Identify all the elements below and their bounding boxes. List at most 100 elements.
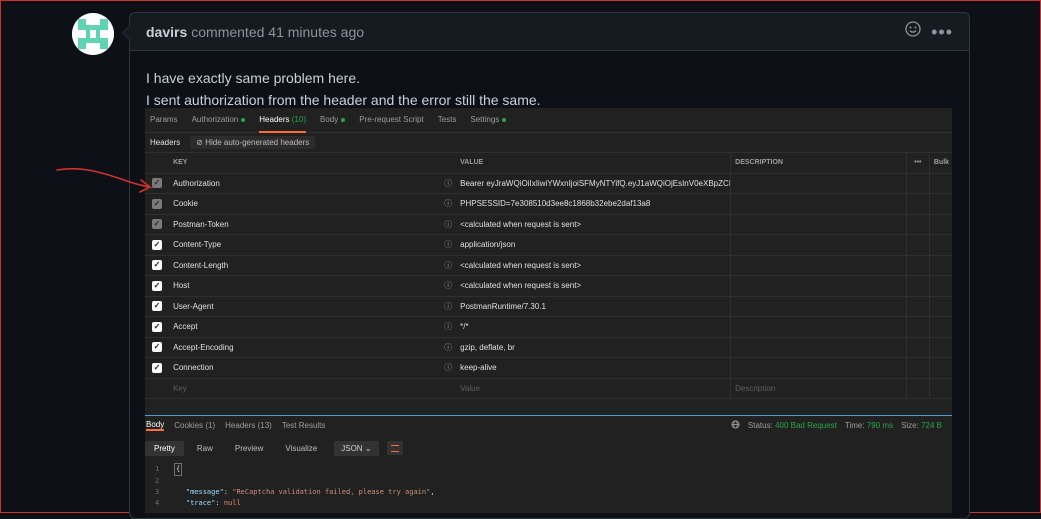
format-preview[interactable]: Preview (226, 441, 272, 456)
tab-body[interactable]: Body (320, 108, 346, 132)
header-value[interactable]: keep-alive (456, 357, 731, 379)
info-icon[interactable]: ⓘ (444, 337, 457, 358)
comment-body: I have exactly same problem here. I sent… (130, 51, 969, 111)
tab-authorization[interactable]: Authorization (192, 108, 246, 132)
comment-timestamp[interactable]: commented 41 minutes ago (191, 24, 364, 40)
avatar[interactable] (72, 13, 114, 55)
header-description[interactable] (730, 275, 907, 297)
headers-label: Headers (150, 138, 181, 147)
info-icon[interactable]: ⓘ (444, 255, 457, 276)
info-icon[interactable]: ⓘ (444, 357, 457, 379)
response-size[interactable]: 724 B (921, 421, 942, 430)
col-description: DESCRIPTION (730, 152, 907, 174)
format-pretty[interactable]: Pretty (145, 440, 184, 456)
tab-params[interactable]: Params (150, 108, 178, 132)
status-dot-icon (502, 117, 507, 122)
row-checkbox[interactable]: ✓ (152, 198, 163, 209)
info-icon[interactable]: ⓘ (444, 234, 457, 256)
table-row: ✓ Postman-Token ⓘ <calculated when request … (145, 214, 952, 235)
header-value[interactable]: gzip, deflate, br (456, 337, 731, 358)
header-key[interactable]: Accept (169, 316, 445, 338)
row-checkbox[interactable]: ✓ (152, 280, 163, 291)
tab-pre-request-script[interactable]: Pre-request Script (359, 108, 423, 132)
tab-response-test-results[interactable]: Test Results (282, 421, 326, 430)
header-value[interactable]: PostmanRuntime/7.30.1 (456, 296, 731, 317)
response-time[interactable]: 790 ms (867, 421, 893, 430)
info-icon[interactable]: ⓘ (444, 275, 457, 297)
status-code[interactable]: 400 Bad Request (775, 421, 837, 430)
kebab-menu-icon[interactable]: ••• (931, 23, 953, 41)
headers-subbar: Headers ⊘ Hide auto-generated headers (145, 133, 952, 152)
header-key[interactable]: Accept-Encoding (169, 337, 445, 358)
table-row: ✓ Authorization ⓘ Bearer eyJraWQiOiIxIiwiYW… (145, 173, 952, 194)
value-placeholder[interactable]: Value (456, 378, 731, 399)
row-checkbox[interactable]: ✓ (152, 260, 163, 271)
header-key[interactable]: Authorization (169, 173, 445, 194)
header-description[interactable] (730, 255, 907, 276)
header-value[interactable]: <calculated when request is sent> (456, 255, 731, 276)
comment-author[interactable]: davirs (146, 24, 187, 40)
row-checkbox[interactable]: ✓ (152, 178, 163, 189)
row-checkbox[interactable]: ✓ (152, 301, 163, 312)
header-description[interactable] (730, 173, 907, 194)
header-description[interactable] (730, 337, 907, 358)
header-key[interactable]: Postman-Token (169, 214, 445, 235)
bulk-edit-button[interactable]: Bulk (928, 152, 952, 174)
header-value[interactable]: */* (456, 316, 731, 338)
embedded-screenshot: Params Authorization Headers (10) Body P… (145, 108, 952, 513)
row-checkbox[interactable]: ✓ (152, 219, 163, 230)
row-checkbox[interactable]: ✓ (152, 342, 163, 353)
info-icon[interactable]: ⓘ (444, 296, 457, 317)
header-value[interactable]: Bearer eyJraWQiOiIxIiwiYWxnIjoiSFMyNTYif… (456, 173, 731, 194)
header-description[interactable] (730, 316, 907, 338)
more-options-icon[interactable]: ••• (905, 152, 930, 174)
tab-settings[interactable]: Settings (470, 108, 507, 132)
header-value[interactable]: PHPSESSID=7e308510d3ee8c1868b32ebe2daf13… (456, 193, 731, 215)
row-checkbox[interactable]: ✓ (152, 362, 163, 373)
globe-icon[interactable] (731, 420, 740, 431)
hide-auto-generated-button[interactable]: ⊘ Hide auto-generated headers (190, 136, 316, 149)
status-dot-icon (241, 117, 246, 122)
tab-response-cookies[interactable]: Cookies (1) (174, 421, 215, 430)
header-key[interactable]: Content-Length (169, 255, 445, 276)
header-description[interactable] (730, 193, 907, 215)
header-key[interactable]: Host (169, 275, 445, 297)
header-description[interactable] (730, 357, 907, 379)
wrap-lines-icon[interactable] (386, 441, 403, 455)
header-key[interactable]: Connection (169, 357, 445, 379)
status-dot-icon (341, 117, 346, 122)
col-value: VALUE (456, 152, 731, 174)
info-icon[interactable]: ⓘ (444, 173, 457, 194)
row-checkbox[interactable]: ✓ (152, 321, 163, 332)
header-value[interactable]: application/json (456, 234, 731, 256)
description-placeholder[interactable]: Description (730, 378, 907, 399)
row-checkbox[interactable]: ✓ (152, 239, 163, 250)
format-raw[interactable]: Raw (188, 441, 222, 456)
header-value[interactable]: <calculated when request is sent> (456, 214, 731, 235)
info-icon[interactable]: ⓘ (444, 214, 457, 235)
comment-line-1: I have exactly same problem here. (146, 70, 360, 86)
header-key[interactable]: Cookie (169, 193, 445, 215)
header-key[interactable]: User-Agent (169, 296, 445, 317)
smiley-icon[interactable] (905, 21, 921, 42)
tab-headers[interactable]: Headers (10) (259, 108, 306, 133)
tab-tests[interactable]: Tests (438, 108, 457, 132)
header-description[interactable] (730, 214, 907, 235)
header-description[interactable] (730, 234, 907, 256)
info-icon[interactable]: ⓘ (444, 316, 457, 338)
info-icon[interactable]: ⓘ (444, 193, 457, 215)
col-key: KEY (169, 152, 445, 174)
header-description[interactable] (730, 296, 907, 317)
tab-response-body[interactable]: Body (146, 420, 165, 431)
format-visualize[interactable]: Visualize (276, 441, 326, 456)
header-value[interactable]: <calculated when request is sent> (456, 275, 731, 297)
header-key[interactable]: Content-Type (169, 234, 445, 256)
eye-off-icon: ⊘ (196, 138, 203, 147)
format-select[interactable]: JSON ⌄ (334, 440, 379, 456)
tab-response-headers[interactable]: Headers (13) (225, 421, 272, 430)
key-placeholder[interactable]: Key (169, 378, 445, 399)
table-row: ✓ Content-Length ⓘ <calculated when request… (145, 255, 952, 276)
response-status: Status: 400 Bad Request Time: 790 ms Siz… (731, 420, 952, 431)
response-tabs: Body Cookies (1) Headers (13) Test Resul… (145, 416, 952, 435)
table-row: ✓ Connection ⓘ keep-alive (145, 357, 952, 379)
